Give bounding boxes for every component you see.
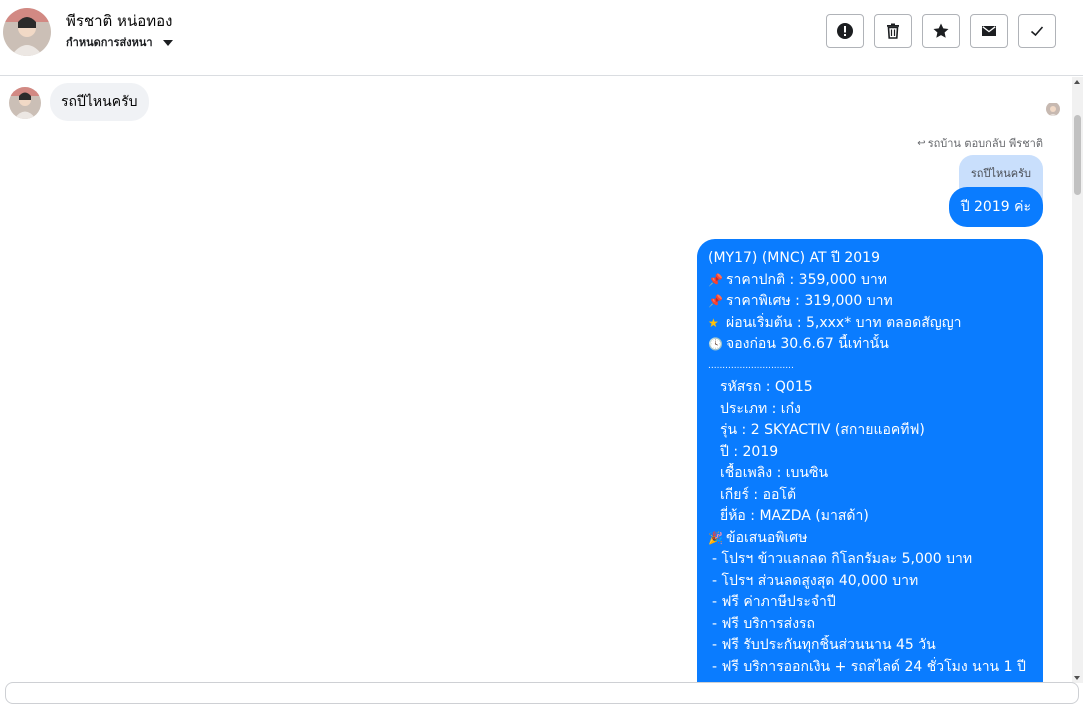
price-normal-line: 📌 ราคาปกติ : 359,000 บาท [708, 270, 1032, 292]
trash-icon [887, 23, 899, 39]
report-button[interactable] [826, 14, 864, 48]
installment-line: ★ ผ่อนเริ่มต้น : 5,xxx* บาท ตลอดสัญญา [708, 313, 1032, 335]
sender-avatar [9, 87, 41, 119]
booking-line: 🕓 จองก่อน 30.6.67 นี้เท่านั้น [708, 334, 1032, 356]
details-list: รหัสรถ : Q015 ประเภท : เก๋ง รุ่น : 2 SKY… [708, 377, 1032, 528]
mark-unread-button[interactable] [970, 14, 1008, 48]
pushpin-icon: 📌 [708, 272, 723, 287]
offer-title: ข้อเสนอพิเศษ [726, 529, 808, 546]
status-label: กำหนดการส่งหนา [66, 36, 153, 49]
star-button[interactable] [922, 14, 960, 48]
offers-list: - โปรฯ ข้าวแลกลด กิโลกรัมละ 5,000 บาท - … [708, 549, 1032, 678]
scroll-up-icon[interactable] [1074, 80, 1080, 84]
offer-item: - โปรฯ ส่วนลดสูงสุด 40,000 บาท [712, 572, 919, 589]
party-popper-icon: 🎉 [708, 530, 723, 545]
offer-title-line: 🎉 ข้อเสนอพิเศษ [708, 528, 1032, 550]
thread-scrollbar[interactable] [1072, 77, 1083, 683]
pushpin-icon: 📌 [708, 294, 723, 308]
seen-avatar [1046, 102, 1060, 116]
mark-done-button[interactable] [1018, 14, 1056, 48]
scroll-thumb[interactable] [1074, 115, 1081, 195]
reply-arrow-icon: ↩ [917, 137, 926, 149]
reply-indicator: ↩ รถบ้าน ตอบกลับ พีรชาติ [917, 134, 1043, 152]
check-icon [1030, 26, 1044, 37]
price-normal: ราคาปกติ : 359,000 บาท [726, 271, 887, 288]
detail-item: รุ่น : 2 SKYACTIV (สกายแอคทีฟ) [720, 422, 925, 438]
mail-icon [982, 26, 996, 36]
reply-meta-text: รถบ้าน ตอบกลับ พีรชาติ [927, 137, 1043, 150]
divider: .............................. [708, 360, 794, 371]
detail-item: ประเภท : เก๋ง [720, 400, 801, 417]
booking: จองก่อน 30.6.67 นี้เท่านั้น [726, 336, 889, 352]
star-icon [933, 23, 949, 38]
price-special: ราคาพิเศษ : 319,000 บาท [726, 293, 893, 309]
chevron-down-icon [162, 39, 173, 46]
offer-item: - โปรฯ ข้าวแลกลด กิโลกรัมละ 5,000 บาท [712, 551, 973, 567]
detail-item: ปี : 2019 [720, 443, 779, 460]
detail-item: เกียร์ : ออโต้ [720, 486, 797, 503]
status-dropdown[interactable]: กำหนดการส่งหนา [66, 33, 173, 51]
outgoing-long-message: (MY17) (MNC) AT ปี 2019 📌 ราคาปกติ : 359,… [697, 239, 1043, 683]
alert-icon [837, 23, 853, 39]
detail-item: ยี่ห้อ : MAZDA (มาสด้า) [720, 508, 869, 524]
scroll-down-icon[interactable] [1074, 676, 1080, 680]
conversation-header: พีรชาติ หน่อทอง กำหนดการส่งหนา [0, 0, 1083, 76]
contact-avatar[interactable] [3, 8, 51, 56]
detail-item: รหัสรถ : Q015 [720, 379, 813, 395]
installment: ผ่อนเริ่มต้น : 5,xxx* บาท ตลอดสัญญา [726, 314, 962, 331]
outgoing-message: ปี 2019 ค่ะ [948, 187, 1043, 227]
price-special-line: 📌 ราคาพิเศษ : 319,000 บาท [708, 291, 1032, 313]
offer-item: - ฟรี บริการออกเงิน + รถสไลด์ 24 ชั่วโมง… [712, 658, 1026, 675]
clock-icon: 🕓 [708, 337, 723, 351]
contact-name: พีรชาติ หน่อทอง [66, 12, 173, 30]
offer-item: - ฟรี ค่าภาษีประจำปี [712, 594, 836, 610]
message-thread[interactable]: รถปีไหนครับ ↩ รถบ้าน ตอบกลับ พีรชาติ รถป… [0, 77, 1072, 683]
delete-button[interactable] [874, 14, 912, 48]
offer-item: - ฟรี รับประกันทุกชิ้นส่วนนาน 45 วัน [712, 637, 936, 653]
listing-title: (MY17) (MNC) AT ปี 2019 [708, 250, 880, 266]
offer-item: - ฟรี บริการส่งรถ [712, 615, 816, 632]
star-emoji-icon: ★ [708, 315, 719, 330]
detail-item: เชื้อเพลิง : เบนซิน [720, 465, 829, 481]
message-composer[interactable] [5, 682, 1079, 704]
incoming-message: รถปีไหนครับ [50, 83, 149, 121]
